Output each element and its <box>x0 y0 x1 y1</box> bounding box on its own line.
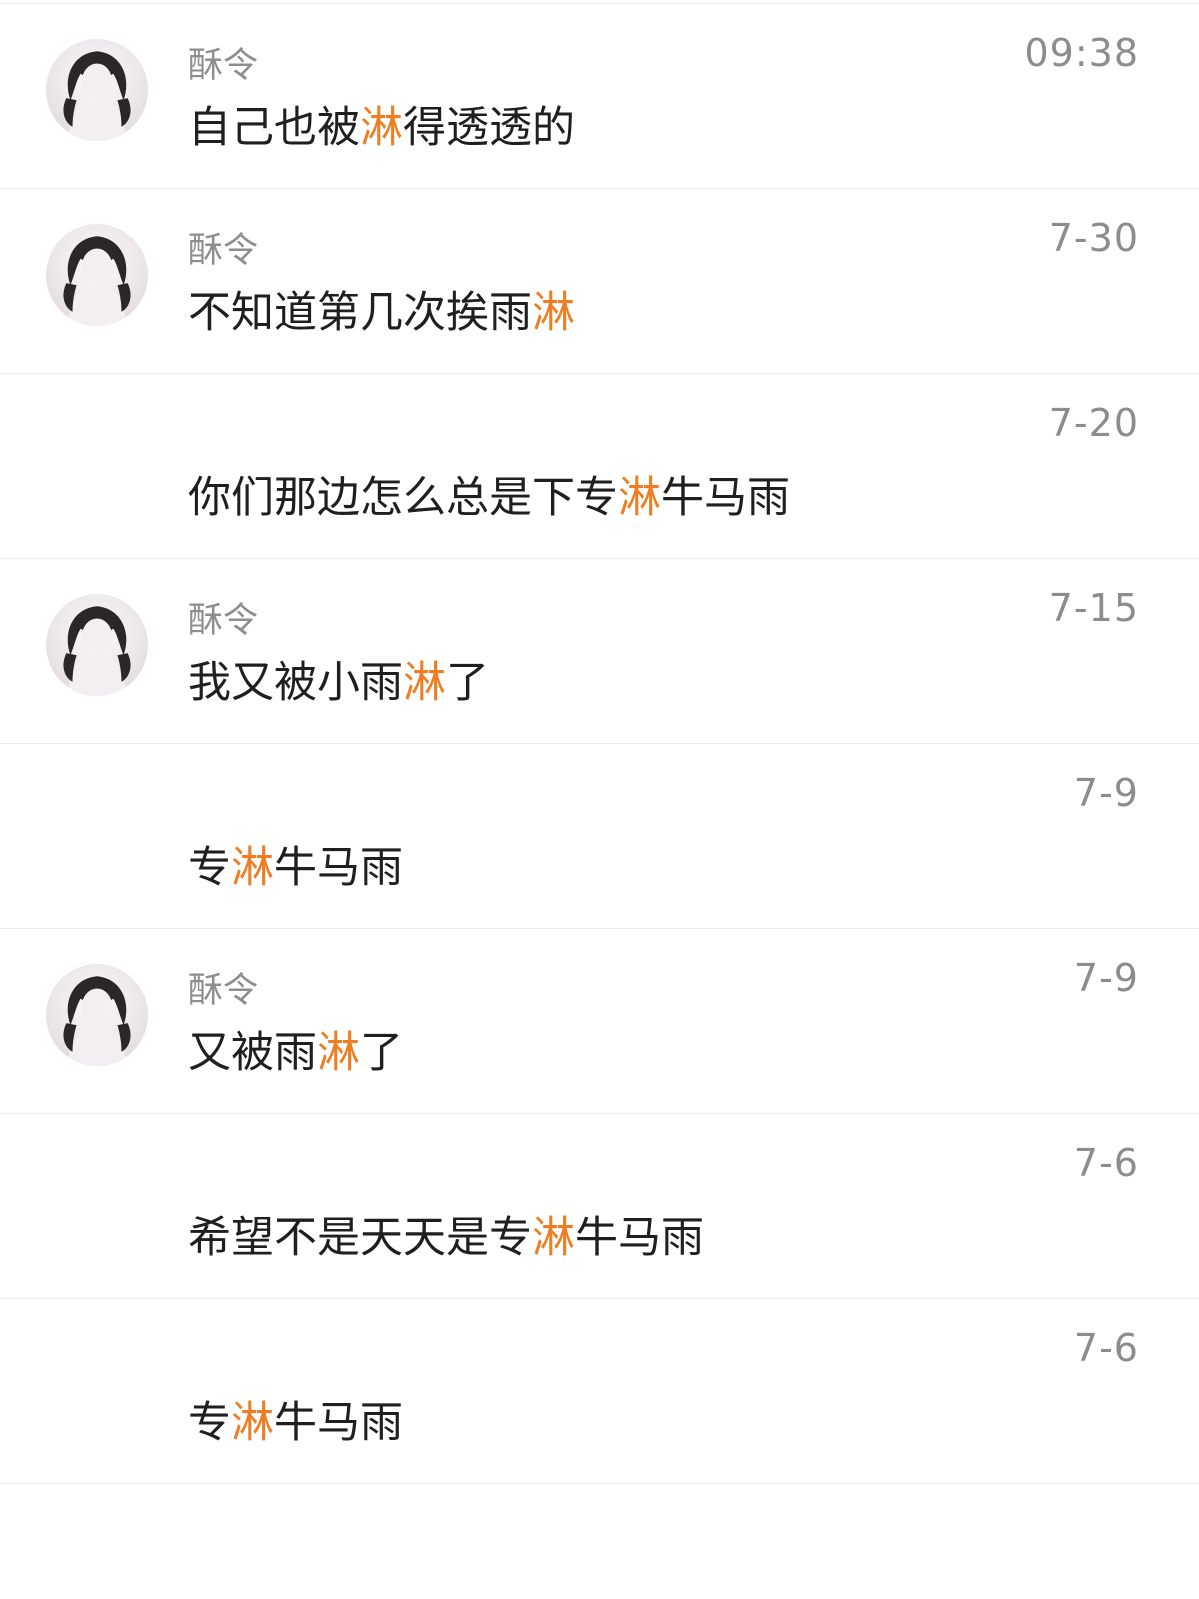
avatar[interactable] <box>46 39 148 141</box>
message-text-part: 不知道第几次挨雨 <box>188 288 532 338</box>
message-text-part: 牛马雨 <box>274 843 403 893</box>
keyword-highlight: 淋 <box>231 843 274 893</box>
message-text: 不知道第几次挨雨淋 <box>188 284 575 342</box>
sender-name: 酥令 <box>188 971 259 1011</box>
keyword-highlight: 淋 <box>618 473 661 523</box>
message-text-part: 自己也被 <box>188 103 360 153</box>
message-time: 7-6 <box>1073 1141 1139 1185</box>
message-row[interactable]: 希望不是天天是专淋牛马雨 7-6 <box>0 1114 1199 1299</box>
sender-name: 酥令 <box>188 601 259 641</box>
message-text: 专淋牛马雨 <box>188 1394 403 1452</box>
message-text-part: 牛马雨 <box>661 473 790 523</box>
avatar-portrait-icon <box>63 606 131 696</box>
message-text: 你们那边怎么总是下专淋牛马雨 <box>188 469 790 527</box>
message-time: 7-20 <box>1048 401 1139 445</box>
keyword-highlight: 淋 <box>231 1398 274 1448</box>
message-time: 09:38 <box>1024 31 1139 75</box>
message-row[interactable]: 专淋牛马雨 7-9 <box>0 744 1199 929</box>
message-text-part: 我又被小雨 <box>188 658 403 708</box>
message-text-part: 牛马雨 <box>274 1398 403 1448</box>
message-time: 7-30 <box>1048 216 1139 260</box>
avatar-portrait-icon <box>63 976 131 1066</box>
message-row[interactable]: 酥令 自己也被淋得透透的 09:38 <box>0 4 1199 189</box>
message-row[interactable]: 酥令 我又被小雨淋了 7-15 <box>0 559 1199 744</box>
avatar[interactable] <box>46 594 148 696</box>
message-text-part: 又被雨 <box>188 1028 317 1078</box>
sender-name: 酥令 <box>188 46 259 86</box>
message-text-part: 希望不是天天是专 <box>188 1213 532 1263</box>
message-row[interactable]: 酥令 又被雨淋了 7-9 <box>0 929 1199 1114</box>
message-text: 又被雨淋了 <box>188 1024 403 1082</box>
message-row[interactable]: 你们那边怎么总是下专淋牛马雨 7-20 <box>0 374 1199 559</box>
message-row[interactable]: 专淋牛马雨 7-6 <box>0 1299 1199 1484</box>
keyword-highlight: 淋 <box>403 658 446 708</box>
message-text: 自己也被淋得透透的 <box>188 99 575 157</box>
message-text-part: 专 <box>188 843 231 893</box>
message-time: 7-9 <box>1073 771 1139 815</box>
message-list: 酥令 自己也被淋得透透的 09:38 酥令 不知道第几次挨雨淋 7-30 你们那… <box>0 3 1199 1484</box>
message-text-part: 得透透的 <box>403 103 575 153</box>
keyword-highlight: 淋 <box>317 1028 360 1078</box>
sender-name: 酥令 <box>188 231 259 271</box>
avatar-portrait-icon <box>63 236 131 326</box>
message-text: 我又被小雨淋了 <box>188 654 489 712</box>
message-row[interactable]: 酥令 不知道第几次挨雨淋 7-30 <box>0 189 1199 374</box>
keyword-highlight: 淋 <box>532 1213 575 1263</box>
message-text-part: 专 <box>188 1398 231 1448</box>
message-text-part: 牛马雨 <box>575 1213 704 1263</box>
message-text-part: 你们那边怎么总是下专 <box>188 473 618 523</box>
message-time: 7-9 <box>1073 956 1139 1000</box>
message-text-part: 了 <box>360 1028 403 1078</box>
avatar-portrait-icon <box>63 51 131 141</box>
message-time: 7-6 <box>1073 1326 1139 1370</box>
message-text-part: 了 <box>446 658 489 708</box>
avatar[interactable] <box>46 224 148 326</box>
keyword-highlight: 淋 <box>532 288 575 338</box>
message-text: 专淋牛马雨 <box>188 839 403 897</box>
avatar[interactable] <box>46 964 148 1066</box>
message-time: 7-15 <box>1048 586 1139 630</box>
message-text: 希望不是天天是专淋牛马雨 <box>188 1209 704 1267</box>
keyword-highlight: 淋 <box>360 103 403 153</box>
